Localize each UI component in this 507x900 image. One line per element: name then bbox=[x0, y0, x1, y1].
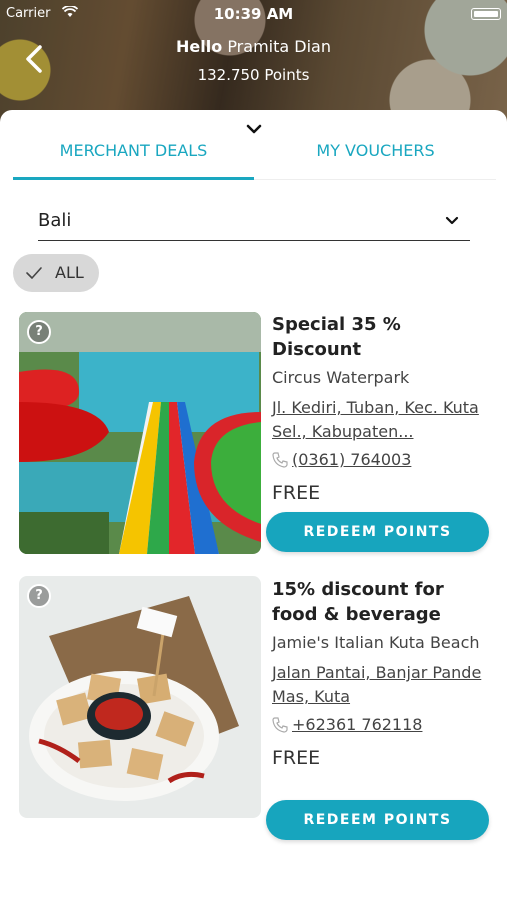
waterpark-photo bbox=[19, 312, 261, 554]
chevron-down-icon bbox=[445, 216, 459, 225]
help-icon[interactable]: ? bbox=[27, 584, 51, 608]
tab-my-vouchers[interactable]: MY VOUCHERS bbox=[255, 140, 496, 180]
deal-image-waterpark[interactable]: ? bbox=[19, 312, 261, 554]
filter-chip-label: ALL bbox=[55, 263, 84, 282]
phone-number-link[interactable]: (0361) 764003 bbox=[292, 450, 411, 469]
phone-icon bbox=[272, 452, 288, 468]
greeting: Hello Pramita Dian bbox=[0, 37, 507, 56]
points-balance: 132.750 Points bbox=[197, 66, 310, 84]
merchant-address-link[interactable]: Jl. Kediri, Tuban, Kec. Kuta Sel., Kabup… bbox=[272, 396, 494, 444]
deal-info: 15% discount for food & beverage Jamie's… bbox=[272, 577, 494, 769]
merchant-name: Circus Waterpark bbox=[272, 368, 410, 387]
redeem-points-button[interactable]: REDEEM POINTS bbox=[266, 512, 489, 552]
deal-card[interactable]: ? 15% discount for food & beverage Jamie… bbox=[13, 568, 496, 850]
deal-title: 15% discount for food & beverage bbox=[272, 579, 444, 625]
hello-label: Hello bbox=[176, 37, 223, 56]
deal-image-food[interactable]: ? bbox=[19, 576, 261, 818]
phone-icon bbox=[272, 717, 288, 733]
merchant-address-link[interactable]: Jalan Pantai, Banjar Pande Mas, Kuta bbox=[272, 661, 494, 709]
location-value: Bali bbox=[38, 210, 72, 231]
deal-title: Special 35 % Discount bbox=[272, 314, 401, 360]
deal-info: Special 35 % Discount Circus Waterpark J… bbox=[272, 312, 494, 504]
help-icon[interactable]: ? bbox=[27, 320, 51, 344]
phone-row[interactable]: (0361) 764003 bbox=[272, 450, 494, 472]
deal-price: FREE bbox=[272, 482, 321, 504]
food-photo bbox=[19, 576, 261, 818]
redeem-points-button[interactable]: REDEEM POINTS bbox=[266, 800, 489, 840]
phone-number-link[interactable]: +62361 762118 bbox=[292, 715, 422, 734]
deal-card[interactable]: ? Special 35 % Discount Circus Waterpark… bbox=[13, 308, 496, 558]
chevron-down-icon[interactable] bbox=[244, 122, 264, 136]
phone-row[interactable]: +62361 762118 bbox=[272, 715, 494, 737]
tab-bar: MERCHANT DEALS MY VOUCHERS bbox=[13, 140, 496, 180]
status-bar: Carrier 10:39 AM bbox=[0, 4, 507, 24]
deals-sheet: MERCHANT DEALS MY VOUCHERS Bali ALL ? Sp… bbox=[0, 110, 507, 900]
user-name: Pramita Dian bbox=[227, 37, 331, 56]
battery-icon bbox=[471, 8, 501, 20]
check-icon bbox=[26, 267, 42, 279]
merchant-name: Jamie's Italian Kuta Beach bbox=[272, 633, 480, 652]
location-dropdown[interactable]: Bali bbox=[38, 205, 470, 241]
filter-chip-all[interactable]: ALL bbox=[13, 254, 99, 292]
tab-merchant-deals[interactable]: MERCHANT DEALS bbox=[13, 140, 254, 180]
deal-price: FREE bbox=[272, 747, 321, 769]
status-time: 10:39 AM bbox=[213, 5, 294, 23]
